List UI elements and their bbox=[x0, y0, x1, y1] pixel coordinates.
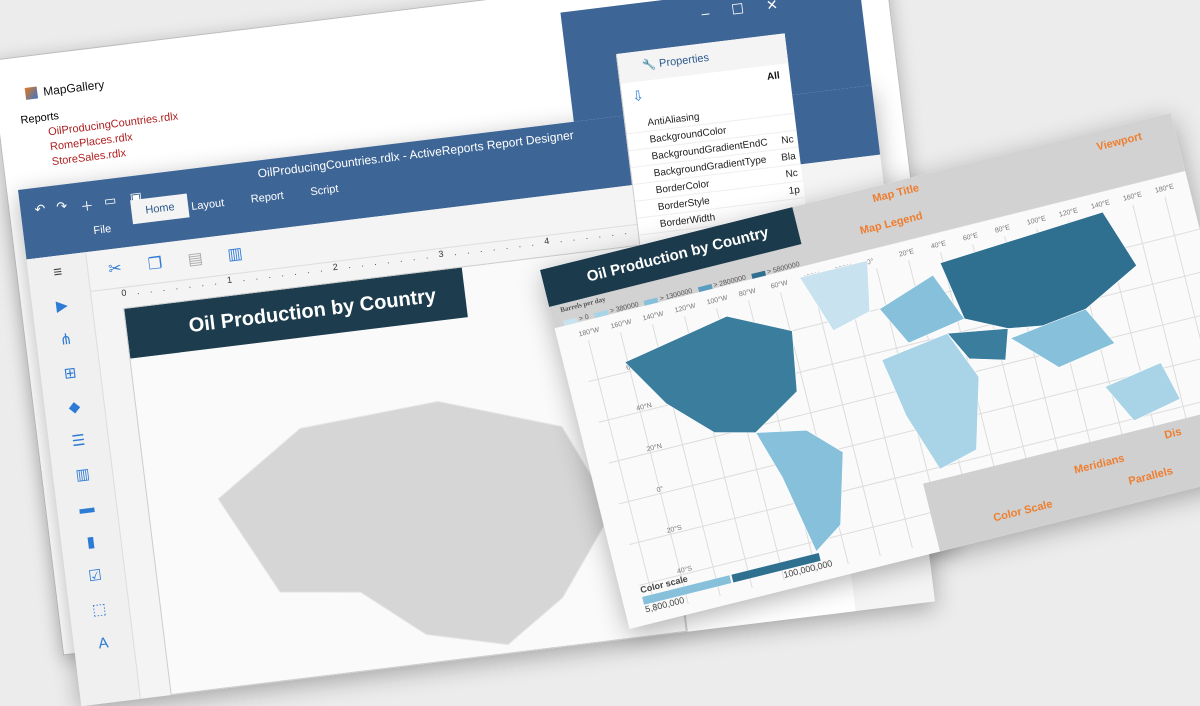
open-folder-icon[interactable]: ▭ bbox=[103, 192, 117, 209]
minimize-button[interactable]: – bbox=[701, 4, 711, 21]
copy-icon[interactable]: ❐ bbox=[147, 253, 164, 275]
cut-icon[interactable]: ✂ bbox=[107, 258, 123, 279]
maximize-button[interactable]: ☐ bbox=[730, 0, 745, 18]
meridian-label: 160°E bbox=[1122, 190, 1143, 202]
tab-report[interactable]: Report bbox=[250, 190, 284, 206]
new-icon[interactable]: ＋ bbox=[79, 195, 95, 215]
close-button[interactable]: ✕ bbox=[765, 0, 779, 14]
meridian-label: 140°W bbox=[642, 309, 665, 322]
meridian-label: 40°E bbox=[930, 239, 947, 251]
tab-script[interactable]: Script bbox=[310, 183, 339, 198]
meridian-label: 100°W bbox=[706, 294, 729, 307]
meridian-label: 60°E bbox=[962, 231, 979, 243]
meridian-label: 160°W bbox=[610, 317, 633, 330]
meridian-label: 180°W bbox=[578, 325, 601, 338]
region-australia[interactable] bbox=[1103, 360, 1183, 425]
meridian-label: 120°E bbox=[1058, 206, 1079, 218]
meridian-label: 80°W bbox=[738, 286, 757, 298]
meridian-label: 60°W bbox=[770, 279, 789, 291]
parallel-label: 0° bbox=[656, 485, 665, 494]
meridian-label: 120°W bbox=[674, 302, 697, 315]
report-tree[interactable]: Reports OilProducingCountries.rdlx RomeP… bbox=[20, 95, 183, 174]
region-greenland[interactable] bbox=[799, 260, 882, 336]
project-icon bbox=[24, 86, 39, 100]
undo-icon[interactable]: ↶ bbox=[34, 201, 47, 218]
meridian-label: 20°E bbox=[898, 247, 915, 259]
meridian-label: 140°E bbox=[1090, 198, 1111, 210]
paste-icon[interactable]: ▤ bbox=[187, 248, 204, 270]
redo-icon[interactable]: ↷ bbox=[55, 198, 68, 215]
delete-icon[interactable]: ▥ bbox=[226, 243, 244, 265]
meridian-label: 100°E bbox=[1026, 214, 1047, 226]
tab-file[interactable]: File bbox=[93, 223, 112, 237]
meridian-label: 180°E bbox=[1154, 182, 1175, 194]
region-south-america[interactable] bbox=[755, 413, 865, 558]
column-header: All bbox=[766, 70, 781, 83]
gallery-title: MapGallery bbox=[24, 77, 105, 101]
meridian-label: 80°E bbox=[994, 223, 1011, 235]
tab-layout[interactable]: Layout bbox=[191, 197, 225, 213]
